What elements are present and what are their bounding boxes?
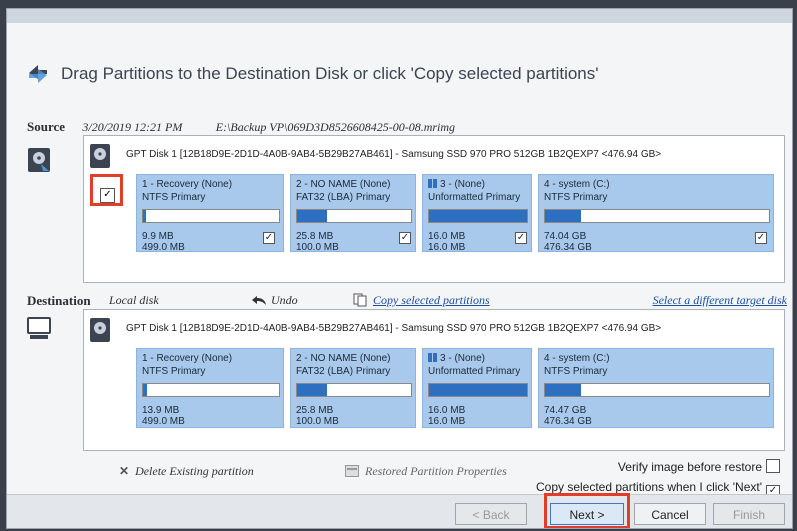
source-partition-4[interactable]: 4 - system (C:) NTFS Primary 74.04 GB 47… <box>538 174 774 253</box>
partition-name: 2 - NO NAME (None) <box>296 353 391 364</box>
finish-button[interactable]: Finish <box>713 503 785 525</box>
source-partition-3[interactable]: 3 - (None) Unformatted Primary 16.0 MB 1… <box>422 174 532 253</box>
partition-type: NTFS Primary <box>142 192 206 203</box>
partition-type: Unformatted Primary <box>428 192 521 203</box>
windows-icon <box>428 353 437 362</box>
delete-partition-button[interactable]: ✕ Delete Existing partition <box>119 464 254 479</box>
restored-properties-label: Restored Partition Properties <box>365 464 507 478</box>
wizard-footer: < Back Next > Cancel Finish <box>7 494 792 528</box>
partition-used: 74.47 GB <box>544 405 587 416</box>
restore-wizard-window: Drag Partitions to the Destination Disk … <box>6 8 793 529</box>
hard-disk-icon <box>90 318 110 342</box>
partition-name: 3 - (None) <box>440 353 486 364</box>
partition-name-wrap: 3 - (None) <box>428 179 485 190</box>
highlight-next-button <box>544 493 630 528</box>
partition-checkbox[interactable]: ✓ <box>263 232 275 244</box>
partition-used: 25.8 MB <box>296 231 334 242</box>
monitor-icon <box>27 317 51 339</box>
partition-name-wrap: 3 - (None) <box>428 353 485 364</box>
usage-bar <box>428 383 528 397</box>
source-partition-1[interactable]: 1 - Recovery (None) NTFS Primary 9.9 MB … <box>136 174 284 253</box>
partition-total: 499.0 MB <box>142 242 185 253</box>
source-datetime: 3/20/2019 12:21 PM <box>82 120 183 134</box>
partition-total: 499.0 MB <box>142 416 185 427</box>
destination-disk-label: GPT Disk 1 [12B18D9E-2D1D-4A0B-9AB4-5B29… <box>126 323 662 334</box>
destination-disk-name: Local disk <box>109 293 159 307</box>
partition-total: 16.0 MB <box>428 416 466 427</box>
partition-used: 16.0 MB <box>428 405 466 416</box>
highlight-select-all <box>90 174 123 206</box>
copy-selected-partitions-link[interactable]: Copy selected partitions <box>353 293 490 308</box>
partition-type: Unformatted Primary <box>428 366 521 377</box>
partition-used: 25.8 MB <box>296 405 334 416</box>
partition-name: 3 - (None) <box>440 179 486 190</box>
delete-partition-label: Delete Existing partition <box>135 464 254 478</box>
partition-checkbox[interactable]: ✓ <box>515 232 527 244</box>
partition-total: 16.0 MB <box>428 242 466 253</box>
copy-icon <box>353 293 367 307</box>
verify-image-checkbox[interactable] <box>766 459 780 473</box>
select-target-disk-link[interactable]: Select a different target disk <box>653 293 787 308</box>
copy-selected-label: Copy selected partitions <box>373 293 490 307</box>
partition-total: 100.0 MB <box>296 416 339 427</box>
verify-image-label: Verify image before restore <box>617 460 762 474</box>
partition-name: 2 - NO NAME (None) <box>296 179 391 190</box>
windows-icon <box>428 179 437 188</box>
usage-bar <box>428 209 528 223</box>
source-disk-card: GPT Disk 1 [12B18D9E-2D1D-4A0B-9AB4-5B29… <box>83 135 785 283</box>
source-disk-icon <box>28 148 50 172</box>
destination-disk-card: GPT Disk 1 [12B18D9E-2D1D-4A0B-9AB4-5B29… <box>83 309 785 451</box>
properties-icon <box>345 465 359 477</box>
partition-checkbox[interactable]: ✓ <box>755 232 767 244</box>
destination-label: Destination <box>27 293 91 308</box>
title-bar <box>7 9 792 23</box>
source-partition-2[interactable]: 2 - NO NAME (None) FAT32 (LBA) Primary 2… <box>290 174 416 253</box>
hard-disk-icon <box>90 144 110 168</box>
usage-bar <box>544 209 770 223</box>
page-title: Drag Partitions to the Destination Disk … <box>61 64 599 83</box>
partition-type: NTFS Primary <box>544 366 608 377</box>
back-button[interactable]: < Back <box>455 503 527 525</box>
destination-partition-3[interactable]: 3 - (None) Unformatted Primary 16.0 MB 1… <box>422 348 532 428</box>
partition-used: 9.9 MB <box>142 231 174 242</box>
partition-name: 4 - system (C:) <box>544 353 610 364</box>
partition-total: 100.0 MB <box>296 242 339 253</box>
partition-checkbox[interactable]: ✓ <box>399 232 411 244</box>
usage-bar <box>544 383 770 397</box>
undo-button[interactable]: Undo <box>251 293 298 308</box>
header: Drag Partitions to the Destination Disk … <box>25 61 599 87</box>
partition-type: NTFS Primary <box>142 366 206 377</box>
undo-label: Undo <box>271 293 298 307</box>
partition-name: 1 - Recovery (None) <box>142 353 233 364</box>
partition-used: 16.0 MB <box>428 231 466 242</box>
usage-bar <box>142 383 280 397</box>
source-path: E:\Backup VP\069D3D8526608425-00-08.mrim… <box>215 120 456 134</box>
partition-name: 4 - system (C:) <box>544 179 610 190</box>
partition-total: 476.34 GB <box>544 416 592 427</box>
usage-bar <box>296 209 412 223</box>
verify-image-option[interactable]: Verify image before restore <box>536 457 780 477</box>
copy-on-next-label: Copy selected partitions when I click 'N… <box>535 480 762 494</box>
destination-partition-1[interactable]: 1 - Recovery (None) NTFS Primary 13.9 MB… <box>136 348 284 428</box>
partition-total: 476.34 GB <box>544 242 592 253</box>
usage-bar <box>142 209 280 223</box>
cancel-button[interactable]: Cancel <box>634 503 706 525</box>
delete-x-icon: ✕ <box>119 464 130 478</box>
destination-partition-4[interactable]: 4 - system (C:) NTFS Primary 74.47 GB 47… <box>538 348 774 428</box>
usage-bar <box>296 383 412 397</box>
partition-type: FAT32 (LBA) Primary <box>296 192 391 203</box>
source-disk-label: GPT Disk 1 [12B18D9E-2D1D-4A0B-9AB4-5B29… <box>126 149 662 160</box>
restored-properties-button[interactable]: Restored Partition Properties <box>345 464 507 479</box>
undo-icon <box>252 296 266 305</box>
source-info: Source 3/20/2019 12:21 PM E:\Backup VP\0… <box>27 119 455 135</box>
swap-arrows-icon <box>29 65 47 83</box>
partition-type: NTFS Primary <box>544 192 608 203</box>
partition-used: 13.9 MB <box>142 405 180 416</box>
destination-partition-2[interactable]: 2 - NO NAME (None) FAT32 (LBA) Primary 2… <box>290 348 416 428</box>
partition-used: 74.04 GB <box>544 231 587 242</box>
partition-type: FAT32 (LBA) Primary <box>296 366 391 377</box>
source-label: Source <box>27 119 66 134</box>
partition-name: 1 - Recovery (None) <box>142 179 233 190</box>
